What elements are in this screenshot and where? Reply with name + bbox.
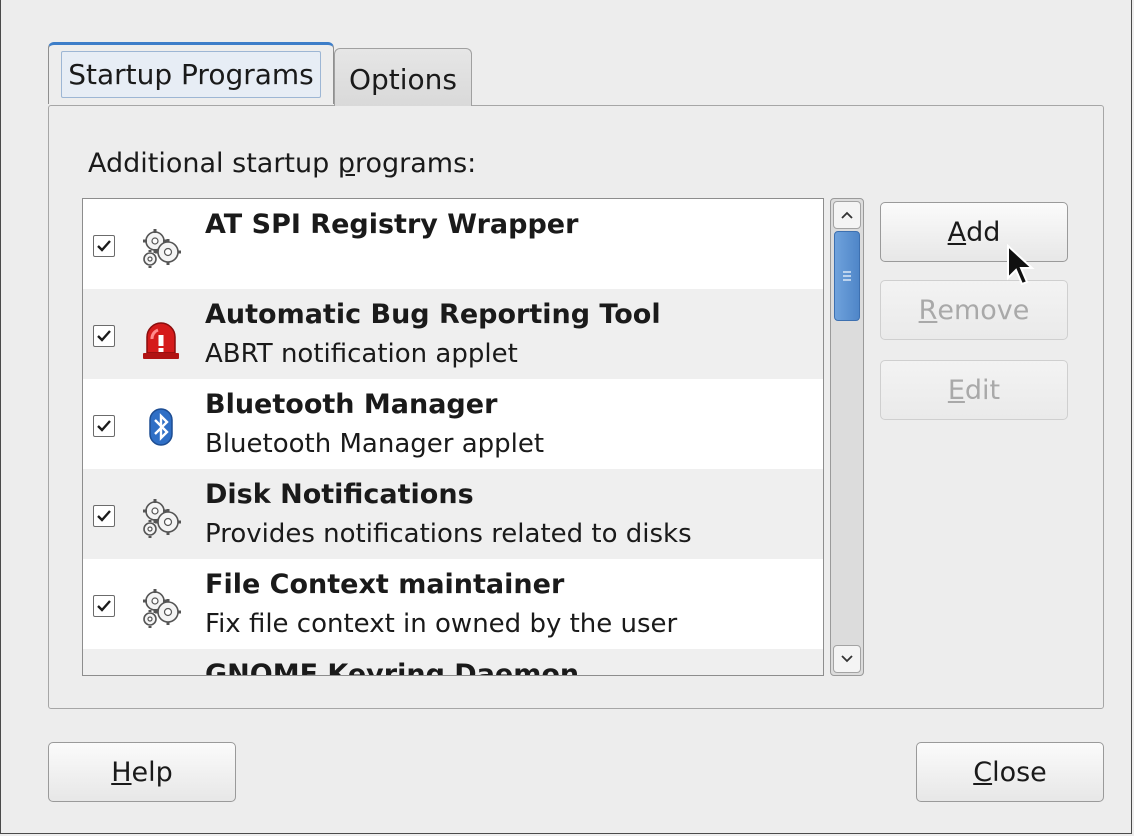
program-description: Provides notifications related to disks xyxy=(205,519,692,549)
close-button[interactable]: Close xyxy=(916,742,1104,802)
gears-icon xyxy=(135,671,187,675)
list-scrollbar[interactable] xyxy=(830,198,864,676)
list-item[interactable]: Disk Notifications Provides notification… xyxy=(83,469,823,559)
program-name: GNOME Keyring Daemon xyxy=(205,659,580,676)
enabled-checkbox[interactable] xyxy=(93,595,115,617)
scroll-thumb[interactable] xyxy=(834,231,860,321)
checkmark-icon xyxy=(97,600,111,612)
program-name: File Context maintainer xyxy=(205,569,565,600)
list-item[interactable]: Bluetooth Manager Bluetooth Manager appl… xyxy=(83,379,823,469)
enabled-checkbox[interactable] xyxy=(93,505,115,527)
remove-button[interactable]: Remove xyxy=(880,280,1068,340)
bluetooth-icon xyxy=(135,401,187,453)
list-item[interactable]: Automatic Bug Reporting Tool ABRT notifi… xyxy=(83,289,823,379)
program-description: Bluetooth Manager applet xyxy=(205,429,545,459)
enabled-checkbox[interactable] xyxy=(93,415,115,437)
program-name: Automatic Bug Reporting Tool xyxy=(205,299,661,330)
gears-icon xyxy=(135,221,187,273)
scroll-up-button[interactable] xyxy=(833,201,861,229)
gears-icon xyxy=(135,581,187,633)
checkmark-icon xyxy=(97,420,111,432)
tab-options[interactable]: Options xyxy=(334,48,472,106)
checkmark-icon xyxy=(97,330,111,342)
tab-options-label: Options xyxy=(348,63,458,96)
help-button[interactable]: Help xyxy=(48,742,236,802)
program-description: Fix file context in owned by the user xyxy=(205,609,678,639)
scroll-down-button[interactable] xyxy=(833,645,861,673)
program-name: Disk Notifications xyxy=(205,479,474,510)
chevron-up-icon xyxy=(841,211,853,219)
enabled-checkbox[interactable] xyxy=(93,325,115,347)
list-item[interactable]: GNOME Keyring Daemon xyxy=(83,649,823,676)
add-button[interactable]: Add xyxy=(880,202,1068,262)
list-item[interactable]: File Context maintainer Fix file context… xyxy=(83,559,823,649)
chevron-down-icon xyxy=(841,655,853,663)
section-label: Additional startup programs: xyxy=(88,148,477,179)
edit-button[interactable]: Edit xyxy=(880,360,1068,420)
mouse-pointer-icon xyxy=(1007,244,1035,286)
gears-icon xyxy=(135,491,187,543)
enabled-checkbox[interactable] xyxy=(93,235,115,257)
grip-icon xyxy=(843,271,851,281)
startup-programs-list[interactable]: AT SPI Registry Wrapper Automatic Bug Re… xyxy=(82,198,824,676)
tab-startup-programs[interactable]: Startup Programs xyxy=(48,42,334,104)
tab-startup-programs-label: Startup Programs xyxy=(61,51,321,98)
checkmark-icon xyxy=(97,240,111,252)
alarm-siren-icon xyxy=(135,311,187,363)
program-name: Bluetooth Manager xyxy=(205,389,498,420)
program-name: AT SPI Registry Wrapper xyxy=(205,209,579,240)
program-description: ABRT notification applet xyxy=(205,339,518,369)
checkmark-icon xyxy=(97,510,111,522)
list-item[interactable]: AT SPI Registry Wrapper xyxy=(83,199,823,289)
